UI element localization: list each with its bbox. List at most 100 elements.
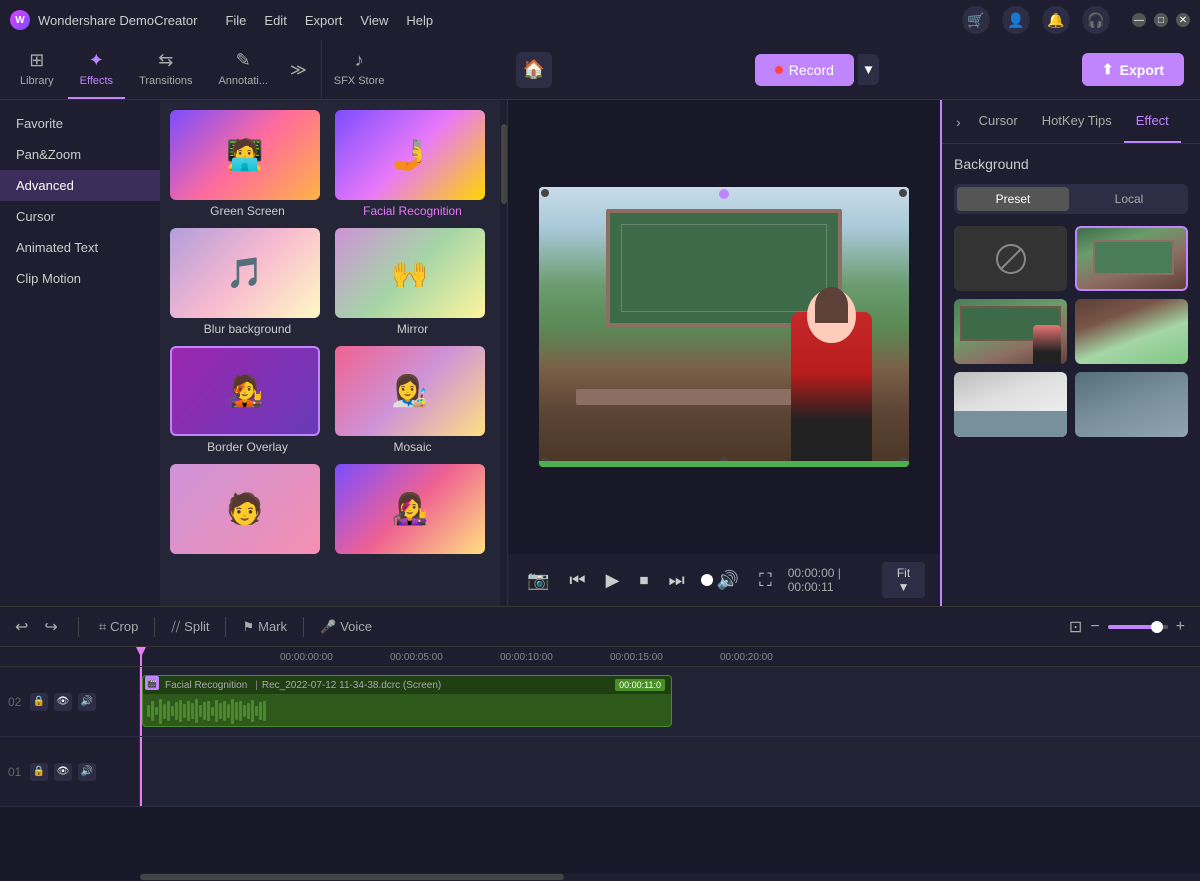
zoom-in-button[interactable]: + — [1176, 618, 1185, 636]
left-nav: Favorite Pan&Zoom Advanced Cursor Animat… — [0, 100, 160, 302]
nav-clip-motion[interactable]: Clip Motion — [0, 263, 160, 294]
clip-header-02: Facial Recognition | Rec_2022-07-12 11-3… — [143, 676, 671, 694]
effect-label-mosaic: Mosaic — [335, 440, 490, 454]
track-num-02: 02 — [8, 695, 24, 709]
toolbar-more[interactable]: ≫ — [282, 60, 315, 80]
tab-annotations[interactable]: ✎ Annotati... — [206, 40, 280, 99]
screenshot-button[interactable]: 📷 — [523, 570, 553, 591]
effect-mosaic[interactable]: 👩‍🎨 Mosaic — [335, 346, 490, 454]
track-area-02[interactable]: 🎬 Facial Recognition | Rec_2022-07-12 11… — [140, 667, 1200, 736]
bg-classroom2[interactable] — [954, 299, 1067, 364]
voice-tool[interactable]: 🎤 Voice — [320, 619, 372, 635]
stop-button[interactable]: ⏹ — [635, 570, 652, 591]
menu-help[interactable]: Help — [406, 13, 433, 28]
nav-pan-zoom[interactable]: Pan&Zoom — [0, 139, 160, 170]
library-icon: ⊞ — [29, 50, 44, 71]
maximize-button[interactable]: □ — [1154, 13, 1168, 27]
fullscreen-button[interactable]: ⛶ — [755, 570, 776, 591]
track-visible-02[interactable]: 👁 — [54, 693, 72, 711]
track-visible-01[interactable]: 👁 — [54, 763, 72, 781]
split-icon: ⧸⧸ — [171, 619, 180, 635]
tab-sfx[interactable]: ♪ SFX Store — [321, 40, 397, 99]
right-tab-effect[interactable]: Effect — [1124, 100, 1181, 143]
right-panel-tabs: › Cursor HotKey Tips Effect — [942, 100, 1200, 144]
export-icon: ⬆ — [1102, 61, 1114, 78]
track-lock-01[interactable]: 🔒 — [30, 763, 48, 781]
track-controls-02: 02 🔒 👁 🔊 — [0, 667, 140, 736]
menu-file[interactable]: File — [225, 13, 246, 28]
effect-label-border: Border Overlay — [170, 440, 325, 454]
effect-thumb-green-screen: 🧑‍💻 — [170, 110, 320, 200]
nav-cursor[interactable]: Cursor — [0, 201, 160, 232]
bg-office2[interactable] — [1075, 372, 1188, 437]
split-tool[interactable]: ⧸⧸ Split — [171, 619, 209, 635]
mark-tool[interactable]: ⚑ Mark — [242, 619, 287, 635]
ruler-mark-3: 00:00:15:00 — [610, 652, 720, 663]
preset-tab-local[interactable]: Local — [1073, 187, 1185, 211]
effect-border-overlay[interactable]: 🧑‍🎤 Border Overlay — [170, 346, 325, 454]
record-button[interactable]: Record — [755, 54, 854, 86]
menu-view[interactable]: View — [360, 13, 388, 28]
timeline-toolbar: ↩ ↪ ⌗ Crop ⧸⧸ Split ⚑ Mark 🎤 Voice — [0, 607, 1200, 647]
menu-export[interactable]: Export — [305, 13, 343, 28]
time-display: 00:00:00 | 00:00:11 — [788, 566, 870, 594]
effect-green-screen[interactable]: 🧑‍💻 Green Screen — [170, 110, 325, 218]
right-tab-hotkey[interactable]: HotKey Tips — [1030, 100, 1124, 143]
bg-office1[interactable] — [954, 372, 1067, 437]
timeline-scrollbar[interactable] — [140, 873, 1200, 881]
effects-scrollbar[interactable] — [500, 100, 508, 606]
skip-forward-button[interactable]: ⏭ — [664, 570, 688, 591]
bottom-area: ↩ ↪ ⌗ Crop ⧸⧸ Split ⚑ Mark 🎤 Voice — [0, 606, 1200, 881]
effect-blur[interactable]: 🎵 Blur background — [170, 228, 325, 336]
playhead-ruler — [140, 647, 142, 666]
headset-icon[interactable]: 🎧 — [1082, 6, 1110, 34]
right-tab-cursor[interactable]: Cursor — [967, 100, 1030, 143]
window-controls: — □ ✕ — [1132, 13, 1190, 27]
cart-icon[interactable]: 🛒 — [962, 6, 990, 34]
tab-transitions[interactable]: ⇆ Transitions — [127, 40, 204, 99]
notifications-icon[interactable]: 🔔 — [1042, 6, 1070, 34]
title-bar-left: W Wondershare DemoCreator File Edit Expo… — [10, 10, 433, 30]
zoom-slider[interactable] — [1108, 625, 1168, 629]
track-clip-02[interactable]: 🎬 Facial Recognition | Rec_2022-07-12 11… — [142, 675, 672, 727]
account-icon[interactable]: 👤 — [1002, 6, 1030, 34]
fit-button[interactable]: Fit ▼ — [882, 562, 925, 598]
home-button[interactable]: 🏠 — [516, 52, 552, 88]
track-mute-02[interactable]: 🔊 — [78, 693, 96, 711]
record-dropdown[interactable]: ▼ — [858, 54, 879, 85]
bg-none[interactable] — [954, 226, 1067, 291]
fit-timeline-button[interactable]: ⊡ — [1069, 617, 1082, 637]
timeline-tools-right: ⊡ − + — [1069, 617, 1185, 637]
menu-edit[interactable]: Edit — [264, 13, 286, 28]
effect-partial1[interactable]: 🧑 — [170, 464, 325, 558]
skip-back-button[interactable]: ⏮ — [565, 570, 589, 591]
undo-button[interactable]: ↩ — [15, 617, 28, 637]
bg-classroom1[interactable] — [1075, 226, 1188, 291]
right-tab-arrow[interactable]: › — [950, 114, 967, 130]
track-mute-01[interactable]: 🔊 — [78, 763, 96, 781]
minimize-button[interactable]: — — [1132, 13, 1146, 27]
effect-partial2[interactable]: 👩‍🎤 — [335, 464, 490, 558]
play-button[interactable]: ▶ — [602, 570, 624, 591]
track-row-01: 01 🔒 👁 🔊 — [0, 737, 1200, 807]
effect-thumb-facial: 🤳 — [335, 110, 485, 200]
app-name: Wondershare DemoCreator — [38, 13, 197, 28]
track-lock-02[interactable]: 🔒 — [30, 693, 48, 711]
preset-tab-preset[interactable]: Preset — [957, 187, 1069, 211]
tab-library[interactable]: ⊞ Library — [8, 40, 66, 99]
crop-tool[interactable]: ⌗ Crop — [99, 619, 139, 635]
nav-advanced[interactable]: Advanced — [0, 170, 160, 201]
bg-classroom3[interactable] — [1075, 299, 1188, 364]
volume-button[interactable]: 🔊 — [713, 570, 743, 591]
video-container — [508, 100, 940, 554]
zoom-out-button[interactable]: − — [1090, 618, 1099, 636]
nav-favorite[interactable]: Favorite — [0, 108, 160, 139]
track-area-01[interactable] — [140, 737, 1200, 806]
close-button[interactable]: ✕ — [1176, 13, 1190, 27]
redo-button[interactable]: ↪ — [44, 617, 57, 637]
tab-effects[interactable]: ✦ Effects — [68, 40, 125, 99]
effect-facial-recognition[interactable]: 🤳 Facial Recognition — [335, 110, 490, 218]
effect-mirror[interactable]: 🙌 Mirror — [335, 228, 490, 336]
export-button[interactable]: ⬆ Export — [1082, 53, 1184, 86]
nav-animated-text[interactable]: Animated Text — [0, 232, 160, 263]
